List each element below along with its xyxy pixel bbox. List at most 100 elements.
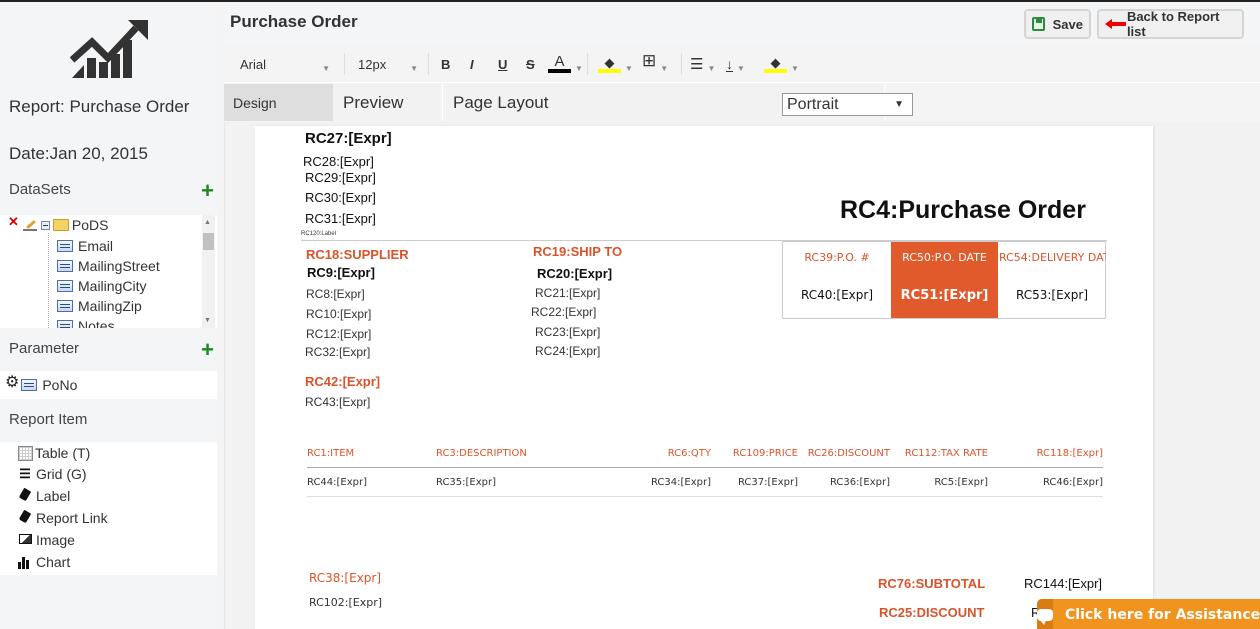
ship-to-line[interactable]: RC22:[Expr]	[531, 305, 596, 319]
add-parameter-plus-icon[interactable]: +	[201, 339, 214, 361]
dataset-root-row[interactable]: ✕ PoDS	[8, 215, 108, 235]
report-item-chart[interactable]: Chart	[18, 554, 70, 570]
report-title[interactable]: RC4:Purchase Order	[840, 196, 1086, 225]
supplier-line[interactable]: RC10:[Expr]	[306, 307, 371, 321]
report-item-report-link[interactable]: Report Link	[18, 509, 108, 526]
paint-bucket-icon: ◆	[598, 56, 621, 73]
highlight-color-button[interactable]: ◆ ▼	[598, 45, 633, 83]
font-color-button[interactable]: A ▼	[548, 45, 583, 83]
bold-button[interactable]: B	[441, 45, 450, 83]
caret-down-icon: ▼	[410, 63, 418, 73]
ship-to-heading[interactable]: RC19:SHIP TO	[533, 244, 622, 259]
dataset-name: PoDS	[71, 217, 109, 233]
strikethrough-button[interactable]: S	[526, 45, 535, 83]
parameter-item[interactable]: ⚙ PoNo	[0, 371, 217, 399]
dataset-field-item[interactable]: Email	[57, 236, 113, 256]
save-button[interactable]: Save	[1024, 9, 1091, 39]
report-item-image[interactable]: Image	[18, 532, 75, 548]
table-header-cell[interactable]: RC26:DISCOUNT	[808, 448, 890, 459]
report-cell-rc102[interactable]: RC102:[Expr]	[309, 596, 382, 609]
font-size-dropdown[interactable]: 12px ▼	[358, 45, 418, 83]
report-cell-rc31[interactable]: RC31:[Expr]	[305, 211, 376, 226]
report-cell-rc30[interactable]: RC30:[Expr]	[305, 190, 376, 205]
align-bottom-icon: ↓	[726, 55, 733, 72]
chat-bubble-icon-wrap	[1037, 599, 1053, 629]
dataset-field-item[interactable]: Notes	[57, 316, 115, 328]
table-cell[interactable]: RC36:[Expr]	[830, 477, 890, 488]
scroll-up-arrow-icon[interactable]: ▲	[204, 219, 211, 226]
report-cell-rc29[interactable]: RC29:[Expr]	[305, 170, 376, 185]
dataset-field-item[interactable]: MailingStreet	[57, 256, 160, 276]
po-date-cell[interactable]: RC50:P.O. DATE RC51:[Expr]	[891, 242, 998, 318]
supplier-name[interactable]: RC9:[Expr]	[307, 265, 375, 280]
collapse-minus-icon[interactable]	[40, 220, 50, 230]
add-dataset-plus-icon[interactable]: +	[201, 180, 214, 202]
table-header-cell[interactable]: RC1:ITEM	[307, 448, 354, 459]
table-header-cell[interactable]: RC3:DESCRIPTION	[436, 448, 527, 459]
page-layout-select[interactable]: Portrait ▼	[782, 93, 913, 116]
field-icon	[21, 379, 38, 391]
tab-preview[interactable]: Preview	[333, 84, 443, 121]
table-cell[interactable]: RC35:[Expr]	[436, 477, 496, 488]
subtotal-value[interactable]: RC144:[Expr]	[1024, 576, 1102, 591]
report-item-label[interactable]: Label	[18, 487, 70, 504]
report-item-table[interactable]: Table (T)	[18, 445, 90, 461]
caret-down-icon: ▼	[660, 63, 669, 73]
report-item-list: Table (T) ☰ Grid (G) Label Report Link I…	[0, 442, 217, 575]
dataset-field-item[interactable]: MailingCity	[57, 276, 146, 296]
underline-button[interactable]: U	[498, 45, 507, 83]
view-tabs: Design Preview Page Layout Portrait ▼	[224, 84, 1260, 121]
po-number-cell[interactable]: RC39:P.O. # RC40:[Expr]	[783, 242, 891, 318]
report-cell-rc27[interactable]: RC27:[Expr]	[305, 130, 392, 147]
gear-icon[interactable]: ⚙	[5, 372, 19, 392]
field-icon	[57, 240, 73, 252]
font-family-dropdown[interactable]: Arial ▼	[240, 45, 330, 83]
subtotal-label[interactable]: RC76:SUBTOTAL	[878, 576, 985, 591]
fill-color-button[interactable]: ◆ ▼	[764, 45, 799, 83]
borders-button[interactable]: ⊞ ▼	[642, 45, 668, 83]
paint-bucket-icon: ◆	[764, 56, 787, 73]
report-cell-rc43[interactable]: RC43:[Expr]	[305, 395, 370, 409]
ship-to-line[interactable]: RC24:[Expr]	[535, 344, 600, 358]
discount-label[interactable]: RC25:DISCOUNT	[879, 605, 984, 620]
report-cell-rc28[interactable]: RC28:[Expr]	[303, 154, 374, 169]
delivery-date-cell[interactable]: RC54:DELIVERY DATE RC53:[Expr]	[998, 242, 1106, 318]
table-cell[interactable]: RC46:[Expr]	[1043, 477, 1103, 488]
caret-down-icon: ▼	[707, 63, 716, 73]
align-button[interactable]: ☰ ▼	[690, 45, 715, 83]
supplier-line[interactable]: RC12:[Expr]	[306, 327, 371, 341]
assistance-chat-button[interactable]: Click here for Assistance	[1037, 599, 1260, 629]
scrollbar-thumb[interactable]	[203, 233, 214, 250]
ship-to-line[interactable]: RC21:[Expr]	[535, 286, 600, 300]
tab-design[interactable]: Design	[224, 84, 333, 121]
report-cell-rc42[interactable]: RC42:[Expr]	[305, 374, 380, 389]
table-header-cell[interactable]: RC112:TAX RATE	[905, 448, 988, 459]
table-cell[interactable]: RC44:[Expr]	[307, 477, 367, 488]
dataset-field-item[interactable]: MailingZip	[57, 296, 142, 316]
dataset-scrollbar[interactable]: ▲ ▼	[202, 215, 215, 328]
ship-to-name[interactable]: RC20:[Expr]	[537, 266, 612, 281]
back-to-report-list-button[interactable]: Back to Report list	[1097, 9, 1244, 39]
report-cell-rc120[interactable]: RC120:Label	[301, 231, 336, 237]
caret-down-icon: ▼	[575, 63, 583, 73]
image-icon	[18, 533, 32, 547]
table-header-cell[interactable]: RC6:QTY	[668, 448, 711, 459]
scroll-down-arrow-icon[interactable]: ▼	[204, 317, 211, 324]
table-cell[interactable]: RC5:[Expr]	[934, 477, 988, 488]
supplier-line[interactable]: RC8:[Expr]	[306, 287, 365, 301]
table-cell[interactable]: RC37:[Expr]	[738, 477, 798, 488]
strikethrough-icon: S	[526, 56, 535, 72]
italic-button[interactable]: I	[470, 45, 474, 83]
table-header-cell[interactable]: RC109:PRICE	[733, 448, 798, 459]
report-cell-rc38[interactable]: RC38:[Expr]	[309, 571, 381, 585]
supplier-line[interactable]: RC32:[Expr]	[305, 345, 370, 359]
vertical-align-button[interactable]: ↓ ▼	[726, 45, 745, 83]
supplier-heading[interactable]: RC18:SUPPLIER	[306, 247, 409, 262]
ship-to-line[interactable]: RC23:[Expr]	[535, 325, 600, 339]
table-header-cell[interactable]: RC118:[Expr]	[1037, 448, 1103, 459]
report-item-grid[interactable]: ☰ Grid (G)	[18, 466, 86, 482]
delete-x-icon[interactable]: ✕	[8, 215, 19, 230]
table-cell[interactable]: RC34:[Expr]	[651, 477, 711, 488]
report-page[interactable]: RC27:[Expr] RC28:[Expr] RC29:[Expr] RC30…	[255, 126, 1153, 629]
edit-pencil-icon[interactable]	[22, 219, 37, 231]
